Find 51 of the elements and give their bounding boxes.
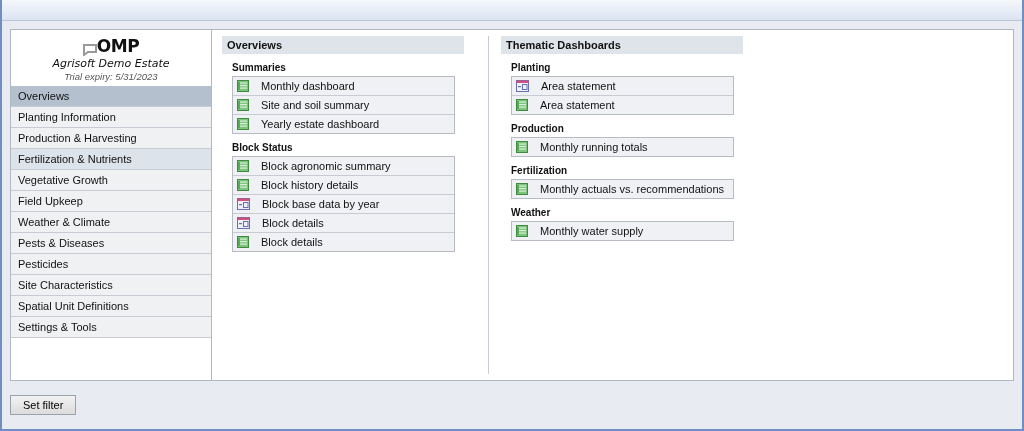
report-link[interactable]: Monthly actuals vs. recommendations: [512, 180, 733, 198]
group-title: Block Status: [231, 141, 294, 155]
report-icon: [237, 118, 249, 130]
form-icon: [516, 80, 529, 92]
section-title: Overviews: [222, 36, 464, 54]
group-title: Summaries: [231, 61, 287, 75]
report-icon: [237, 80, 249, 92]
report-link[interactable]: Area statement: [512, 77, 733, 95]
report-icon: [237, 236, 249, 248]
report-link[interactable]: Block details: [233, 213, 454, 232]
logo-text: OMP: [96, 36, 140, 56]
report-link[interactable]: Block history details: [233, 175, 454, 194]
group-title: Weather: [510, 206, 552, 220]
form-icon: [237, 198, 250, 210]
report-link[interactable]: Monthly dashboard: [233, 77, 454, 95]
sidebar-item[interactable]: Overviews: [11, 86, 211, 107]
set-filter-button[interactable]: Set filter: [10, 395, 77, 415]
group-title: Fertilization: [510, 164, 569, 178]
report-link[interactable]: Yearly estate dashboard: [233, 114, 454, 133]
group-title: Planting: [510, 61, 552, 75]
section-title: Thematic Dashboards: [501, 36, 743, 54]
sidebar-item[interactable]: Weather & Climate: [11, 212, 211, 233]
report-link[interactable]: Site and soil summary: [233, 95, 454, 114]
sidebar-item[interactable]: Field Upkeep: [11, 191, 211, 212]
report-icon: [237, 179, 249, 191]
report-icon: [237, 160, 249, 172]
sidebar-item[interactable]: Vegetative Growth: [11, 170, 211, 191]
report-icon: [237, 99, 249, 111]
sidebar-item[interactable]: Fertilization & Nutrients: [11, 149, 211, 170]
report-icon: [516, 141, 528, 153]
report-link[interactable]: Block base data by year: [233, 194, 454, 213]
report-link[interactable]: Block agronomic summary: [233, 157, 454, 175]
logo-icon: [82, 44, 97, 56]
report-link[interactable]: Area statement: [512, 95, 733, 114]
report-icon: [516, 183, 528, 195]
report-link[interactable]: Block details: [233, 232, 454, 251]
sidebar-item[interactable]: Site Characteristics: [11, 275, 211, 296]
trial-expiry: Trial expiry: 5/31/2023: [64, 71, 158, 82]
report-icon: [516, 99, 528, 111]
group-title: Production: [510, 122, 565, 136]
sidebar-item[interactable]: Spatial Unit Definitions: [11, 296, 211, 317]
sidebar-item[interactable]: Pesticides: [11, 254, 211, 275]
estate-name: Agrisoft Demo Estate: [52, 57, 170, 70]
report-icon: [516, 225, 528, 237]
sidebar-item[interactable]: Settings & Tools: [11, 317, 211, 338]
sidebar-item[interactable]: Pests & Diseases: [11, 233, 211, 254]
sidebar-item[interactable]: Production & Harvesting: [11, 128, 211, 149]
report-link[interactable]: Monthly running totals: [512, 138, 733, 156]
report-link[interactable]: Monthly water supply: [512, 222, 733, 240]
form-icon: [237, 217, 250, 229]
sidebar-item[interactable]: Planting Information: [11, 107, 211, 128]
